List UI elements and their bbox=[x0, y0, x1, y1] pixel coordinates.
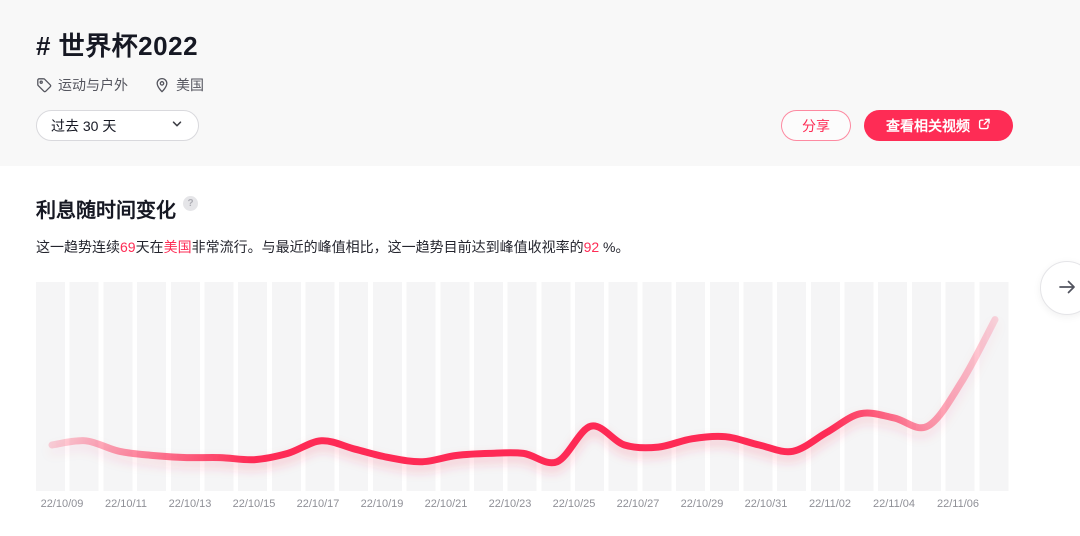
external-link-icon bbox=[977, 117, 991, 134]
description-text: %。 bbox=[599, 239, 629, 255]
chart-plot-area bbox=[36, 282, 1013, 491]
category-label: 运动与户外 bbox=[58, 75, 128, 95]
trend-line-svg bbox=[36, 282, 1013, 491]
section-head: 利息随时间变化 ? bbox=[36, 194, 1013, 223]
x-tick-label: 22/11/02 bbox=[809, 498, 851, 510]
description-highlight: 美国 bbox=[164, 239, 192, 255]
trend-description: 这一趋势连续69天在美国非常流行。与最近的峰值相比，这一趋势目前达到峰值收视率的… bbox=[36, 237, 1013, 257]
section-title: 利息随时间变化 bbox=[36, 194, 176, 223]
category-tag: 运动与户外 bbox=[36, 75, 128, 95]
date-range-value: 过去 30 天 bbox=[51, 116, 116, 136]
location-pin-icon bbox=[154, 77, 170, 93]
trend-line-path bbox=[52, 320, 995, 463]
x-tick-label: 22/10/27 bbox=[617, 498, 660, 510]
x-axis-labels: 22/10/09 22/10/11 22/10/13 22/10/15 22/10/17… bbox=[36, 498, 1013, 514]
x-tick-label: 22/10/11 bbox=[105, 498, 147, 510]
arrow-right-icon bbox=[1056, 276, 1078, 301]
view-videos-label: 查看相关视频 bbox=[886, 116, 970, 136]
description-text: 非常流行。与最近的峰值相比，这一趋势目前达到峰值收视率的 bbox=[192, 239, 584, 255]
description-text: 天在 bbox=[136, 239, 164, 255]
region-tag: 美国 bbox=[154, 75, 204, 95]
x-tick-label: 22/10/13 bbox=[169, 498, 212, 510]
tag-icon bbox=[36, 77, 52, 93]
x-tick-label: 22/10/31 bbox=[745, 498, 788, 510]
view-videos-button[interactable]: 查看相关视频 bbox=[864, 110, 1013, 141]
page-title: # 世界杯2022 bbox=[36, 26, 1013, 63]
description-text: 这一趋势连续 bbox=[36, 239, 120, 255]
x-tick-label: 22/10/15 bbox=[233, 498, 276, 510]
description-highlight: 92 bbox=[584, 239, 600, 255]
help-icon[interactable]: ? bbox=[183, 196, 198, 211]
trend-header: # 世界杯2022 运动与户外 美国 过去 30 天 bbox=[0, 0, 1080, 166]
region-label: 美国 bbox=[176, 75, 204, 95]
header-actions: 分享 查看相关视频 bbox=[781, 110, 1013, 141]
controls-row: 过去 30 天 分享 查看相关视频 bbox=[36, 110, 1013, 141]
x-tick-label: 22/11/06 bbox=[937, 498, 979, 510]
interest-section: 利息随时间变化 ? 这一趋势连续69天在美国非常流行。与最近的峰值相比，这一趋势… bbox=[0, 166, 1080, 514]
x-tick-label: 22/10/29 bbox=[681, 498, 724, 510]
x-tick-label: 22/10/19 bbox=[361, 498, 404, 510]
x-tick-label: 22/11/04 bbox=[873, 498, 915, 510]
x-tick-label: 22/10/21 bbox=[425, 498, 468, 510]
chevron-down-icon bbox=[170, 117, 184, 134]
interest-over-time-chart: 22/10/09 22/10/11 22/10/13 22/10/15 22/10/17… bbox=[36, 282, 1013, 514]
trend-meta: 运动与户外 美国 bbox=[36, 75, 1013, 95]
share-button[interactable]: 分享 bbox=[781, 110, 851, 141]
x-tick-label: 22/10/09 bbox=[41, 498, 84, 510]
description-highlight: 69 bbox=[120, 239, 136, 255]
date-range-dropdown[interactable]: 过去 30 天 bbox=[36, 110, 199, 141]
x-tick-label: 22/10/17 bbox=[297, 498, 340, 510]
x-tick-label: 22/10/23 bbox=[489, 498, 532, 510]
x-tick-label: 22/10/25 bbox=[553, 498, 596, 510]
